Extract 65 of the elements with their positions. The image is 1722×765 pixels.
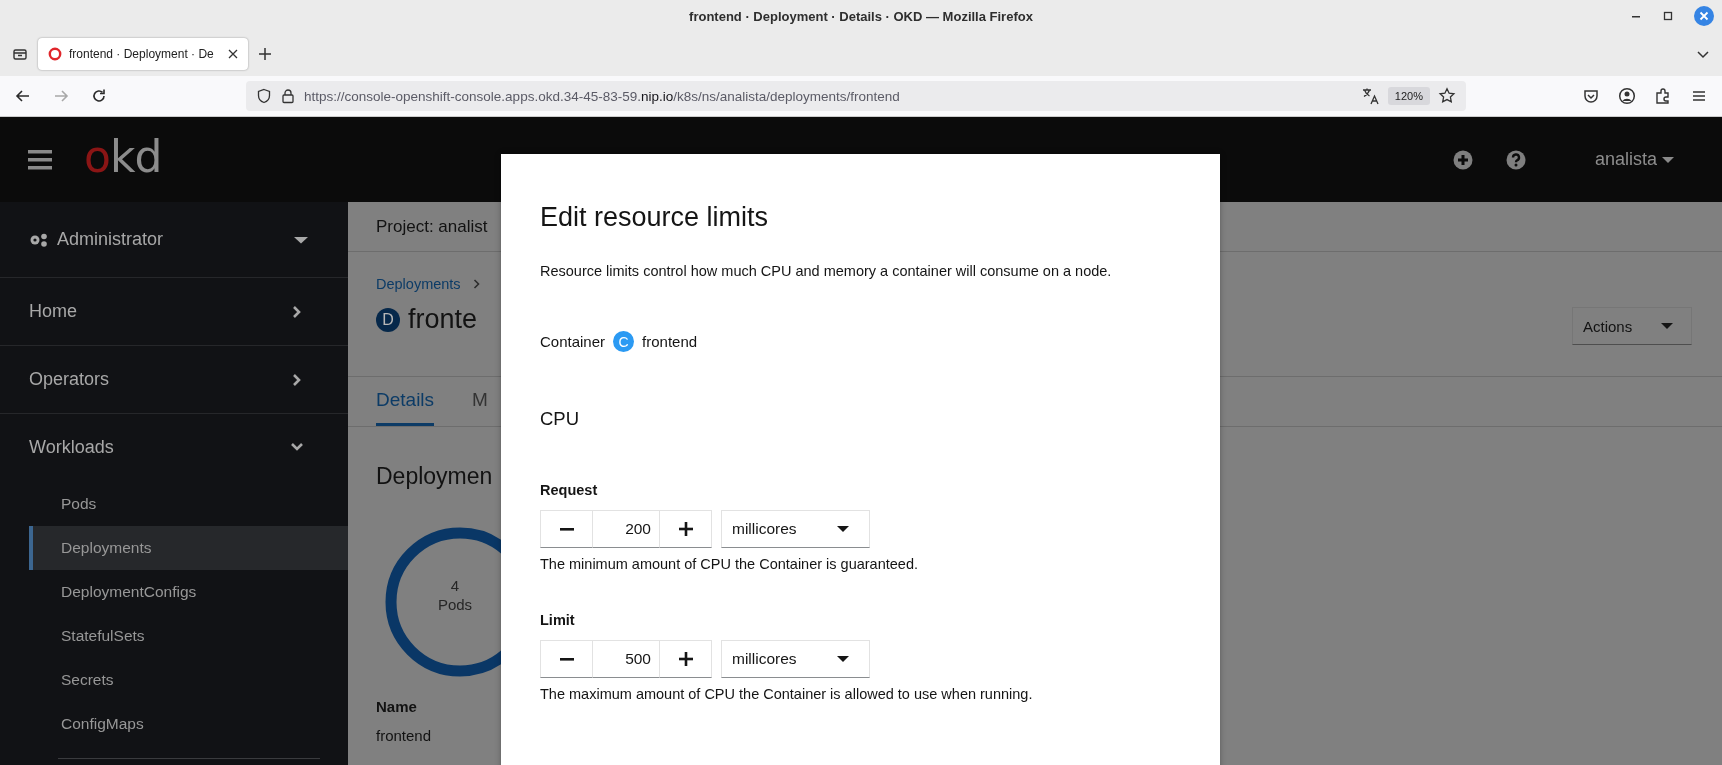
increment-button[interactable] bbox=[659, 510, 712, 548]
field-label: Limit bbox=[540, 612, 576, 628]
pocket-icon[interactable] bbox=[1582, 87, 1600, 105]
pod-count-label: Pods bbox=[436, 595, 474, 614]
resource-badge: D bbox=[376, 307, 400, 332]
ring-icon bbox=[48, 47, 62, 61]
field-value: frontend bbox=[376, 727, 433, 744]
increment-button[interactable] bbox=[659, 640, 712, 678]
address-bar[interactable]: https://console-openshift-console.apps.okd.34-45-83-59.nip.io/k8s/ns/analista/deployments/frontend 120% bbox=[246, 81, 1466, 111]
new-tab-icon[interactable] bbox=[258, 47, 272, 61]
menu-icon[interactable] bbox=[28, 148, 54, 171]
nav-item[interactable]: Deployments bbox=[29, 526, 348, 570]
caret-icon bbox=[294, 235, 308, 244]
plus-circle-icon[interactable] bbox=[1452, 149, 1473, 170]
actions-dropdown[interactable]: Actions bbox=[1572, 307, 1692, 345]
nav-item[interactable]: Secrets bbox=[29, 658, 348, 702]
user-menu[interactable]: analista bbox=[1594, 149, 1674, 170]
chevron-right-icon bbox=[472, 279, 481, 289]
caret-icon bbox=[837, 525, 849, 533]
maximize-icon[interactable] bbox=[1662, 10, 1674, 22]
window-title: frontend · Deployment · Details · OKD — Mozilla Firefox bbox=[689, 8, 1033, 24]
zoom-level-badge[interactable]: 120% bbox=[1387, 87, 1430, 105]
container-label: Container bbox=[540, 333, 606, 350]
reload-icon[interactable] bbox=[90, 87, 108, 105]
field-label: Name bbox=[376, 698, 418, 715]
field-label: Request bbox=[540, 482, 599, 498]
section-heading: Deploymen bbox=[376, 463, 493, 490]
star-icon[interactable] bbox=[1438, 87, 1456, 105]
puzzle-icon[interactable] bbox=[1654, 87, 1672, 105]
caret-icon bbox=[837, 655, 849, 663]
nav-item[interactable]: DeploymentConfigs bbox=[29, 570, 348, 614]
unit-dropdown[interactable]: millicores bbox=[721, 510, 870, 548]
close-icon[interactable] bbox=[228, 49, 238, 59]
nav-section[interactable]: Workloads bbox=[0, 414, 348, 480]
decrement-button[interactable] bbox=[540, 510, 593, 548]
account-icon[interactable] bbox=[1618, 87, 1636, 105]
caret-icon bbox=[1661, 322, 1673, 330]
modal-title: Edit resource limits bbox=[540, 202, 770, 233]
gears-icon bbox=[29, 231, 49, 248]
number-input[interactable]: 500 bbox=[593, 640, 659, 678]
browser-tab[interactable]: frontend · Deployment · De bbox=[38, 38, 248, 70]
page-title: fronte bbox=[408, 304, 478, 335]
nav-item[interactable]: StatefulSets bbox=[29, 614, 348, 658]
nav-item[interactable]: Pods bbox=[29, 482, 348, 526]
lock-icon[interactable] bbox=[280, 88, 296, 104]
unit-dropdown[interactable]: millicores bbox=[721, 640, 870, 678]
helper-text: The maximum amount of CPU the Container is allowed to use when running. bbox=[540, 686, 1034, 702]
translate-icon[interactable] bbox=[1361, 87, 1380, 105]
container-badge: C bbox=[613, 331, 635, 352]
caret-icon bbox=[1662, 155, 1674, 164]
number-input[interactable]: 200 bbox=[593, 510, 659, 548]
plus-icon bbox=[678, 652, 693, 666]
pod-count: 4 bbox=[449, 576, 461, 595]
container-name: frontend bbox=[642, 333, 698, 350]
shield-icon[interactable] bbox=[256, 88, 272, 104]
section-heading: CPU bbox=[540, 408, 581, 430]
url-text: https://console-openshift-console.apps.okd.34-45-83-59.nip.io/k8s/ns/analista/deployments/frontend bbox=[304, 88, 900, 104]
help-icon[interactable] bbox=[1505, 149, 1526, 170]
decrement-button[interactable] bbox=[540, 640, 593, 678]
okd-logo[interactable]: okd bbox=[84, 134, 162, 179]
nav-item[interactable]: ConfigMaps bbox=[29, 702, 348, 746]
plus-icon bbox=[678, 522, 693, 536]
helper-text: The minimum amount of CPU the Container is guaranteed. bbox=[540, 556, 919, 572]
modal-description: Resource limits control how much CPU and memory a container will consume on a node. bbox=[540, 263, 1113, 279]
tab-list-icon[interactable] bbox=[12, 46, 28, 62]
